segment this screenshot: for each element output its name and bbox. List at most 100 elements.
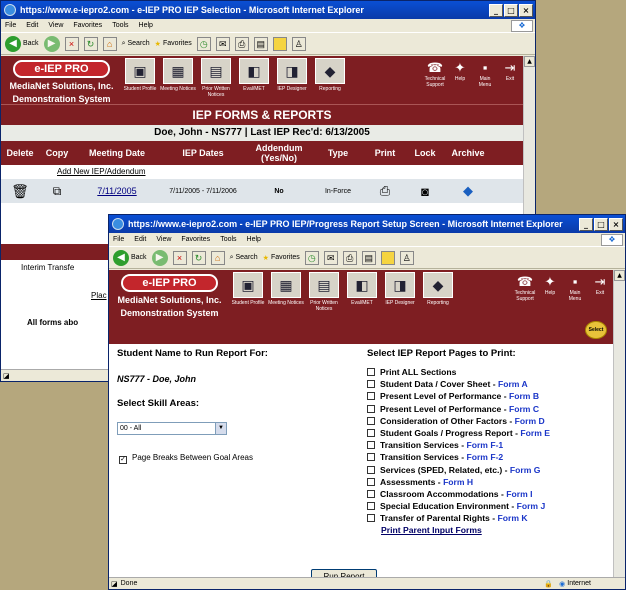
page-option-form-f2[interactable]: Transition Services - Form F-2 [367,452,550,464]
form-link[interactable]: Form F-2 [466,452,503,462]
menu-tools[interactable]: Tools [220,236,236,243]
form-link[interactable]: Form I [506,489,532,499]
nav-help[interactable]: ✦ Help [449,60,471,88]
page-option-form-b[interactable]: Present Level of Performance - Form B [367,391,550,403]
refresh-icon[interactable]: ↻ [191,250,206,265]
page-checkbox[interactable] [367,441,375,450]
front-title-bar[interactable]: https://www.e-iepro2.com - e-IEP PRO IEP… [109,215,625,233]
menu-view[interactable]: View [156,236,171,243]
placement-link-fragment[interactable]: Plac [91,291,107,300]
forward-arrow-icon[interactable]: ▶ [43,35,60,52]
page-option-form-g[interactable]: Services (SPED, Related, etc.) - Form G [367,465,550,477]
page-option-form-d[interactable]: Consideration of Other Factors - Form D [367,416,550,428]
page-checkbox[interactable] [367,453,375,462]
menu-favorites[interactable]: Favorites [73,22,102,29]
stop-icon[interactable]: × [172,250,187,265]
chevron-down-icon[interactable]: ▼ [215,423,226,434]
menu-favorites[interactable]: Favorites [181,236,210,243]
scroll-up-icon[interactable]: ▲ [614,270,625,281]
messenger-icon[interactable]: ♙ [291,36,306,51]
trash-icon[interactable]: 🗑 [1,183,39,200]
search-button[interactable]: ⌕ Search [230,254,258,262]
form-link[interactable]: Form H [443,477,473,487]
page-option-all[interactable]: Print ALL Sections [367,367,550,379]
folder-icon[interactable] [272,36,287,51]
page-breaks-checkbox[interactable]: ✓ [119,456,127,464]
page-checkbox[interactable] [367,416,375,425]
nav-prior-written-notices[interactable]: ▤ Prior Written Notices [197,58,235,104]
form-link[interactable]: Form J [517,501,546,511]
copy-icon[interactable]: ⧉ [39,184,75,199]
page-option-form-f1[interactable]: Transition Services - Form F-1 [367,440,550,452]
nav-exit[interactable]: ⇥ Exit [499,60,521,88]
maximize-button[interactable]: □ [594,217,608,231]
menu-view[interactable]: View [48,22,63,29]
edit-icon[interactable]: ▤ [361,250,376,265]
select-button[interactable]: Select [585,321,607,339]
nav-help[interactable]: ✦ Help [539,274,561,302]
page-checkbox[interactable] [367,514,375,523]
lock-icon[interactable]: ◙ [405,184,445,199]
favorites-button[interactable]: ★ Favorites [155,40,192,48]
history-icon[interactable]: ◷ [304,250,319,265]
home-icon[interactable]: ⌂ [102,36,117,51]
archive-icon[interactable]: ◆ [445,183,491,199]
nav-meeting-notices[interactable]: ▦ Meeting Notices [159,58,197,104]
nav-main-menu[interactable]: ▪ Main Menu [564,274,586,302]
menu-help[interactable]: Help [139,22,153,29]
print-icon[interactable]: ⎙ [234,36,249,51]
stop-icon[interactable]: × [64,36,79,51]
menu-edit[interactable]: Edit [26,22,38,29]
page-option-form-e[interactable]: Student Goals / Progress Report - Form E [367,428,550,440]
nav-iep-designer[interactable]: ◨ IEP Designer [273,58,311,104]
folder-icon[interactable] [380,250,395,265]
skill-area-select[interactable]: 00 - All ▼ [117,422,227,435]
page-checkbox[interactable] [367,465,375,474]
nav-reporting[interactable]: ◆ Reporting [311,58,349,104]
page-breaks-row[interactable]: ✓ Page Breaks Between Goal Areas [119,453,253,464]
form-link[interactable]: Form E [520,428,550,438]
menu-help[interactable]: Help [247,236,261,243]
maximize-button[interactable]: □ [504,3,518,17]
add-new-iep-link[interactable]: Add New IEP/Addendum [1,165,523,179]
front-vertical-scrollbar[interactable]: ▲ [613,270,625,579]
page-checkbox[interactable] [367,368,375,376]
nav-technical-support[interactable]: ☎ Technical Support [424,60,446,88]
history-icon[interactable]: ◷ [196,36,211,51]
nav-meeting-notices[interactable]: ▦ Meeting Notices [267,272,305,318]
print-icon[interactable]: ⎙ [342,250,357,265]
nav-exit[interactable]: ⇥ Exit [589,274,611,302]
back-button[interactable]: ◀ Back [5,35,39,52]
menu-edit[interactable]: Edit [134,236,146,243]
page-option-form-j[interactable]: Special Education Environment - Form J [367,501,550,513]
back-button[interactable]: ◀ Back [113,249,147,266]
nav-eval-met[interactable]: ◧ Eval/MET [235,58,273,104]
scroll-up-icon[interactable]: ▲ [524,56,535,67]
page-checkbox[interactable] [367,392,375,401]
minimize-button[interactable]: _ [489,3,503,17]
form-link[interactable]: Form G [510,465,541,475]
search-button[interactable]: ⌕ Search [122,40,150,48]
nav-reporting[interactable]: ◆ Reporting [419,272,457,318]
mail-icon[interactable]: ✉ [215,36,230,51]
edit-icon[interactable]: ▤ [253,36,268,51]
page-checkbox[interactable] [367,489,375,498]
page-checkbox[interactable] [367,502,375,511]
minimize-button[interactable]: _ [579,217,593,231]
nav-student-profile[interactable]: ▣ Student Profile [229,272,267,318]
form-link[interactable]: Form A [498,379,528,389]
nav-student-profile[interactable]: ▣ Student Profile [121,58,159,104]
menu-file[interactable]: File [5,22,16,29]
favorites-button[interactable]: ★ Favorites [263,254,300,262]
form-link[interactable]: Form C [509,404,539,414]
mail-icon[interactable]: ✉ [323,250,338,265]
page-option-form-a[interactable]: Student Data / Cover Sheet - Form A [367,379,550,391]
form-link[interactable]: Form F-1 [466,440,503,450]
menu-tools[interactable]: Tools [112,22,128,29]
nav-iep-designer[interactable]: ◨ IEP Designer [381,272,419,318]
nav-eval-met[interactable]: ◧ Eval/MET [343,272,381,318]
printer-icon[interactable]: ⎙ [365,183,405,199]
page-option-form-c[interactable]: Present Level of Performance - Form C [367,404,550,416]
page-checkbox[interactable] [367,477,375,486]
print-parent-input-link[interactable]: Print Parent Input Forms [367,525,550,537]
